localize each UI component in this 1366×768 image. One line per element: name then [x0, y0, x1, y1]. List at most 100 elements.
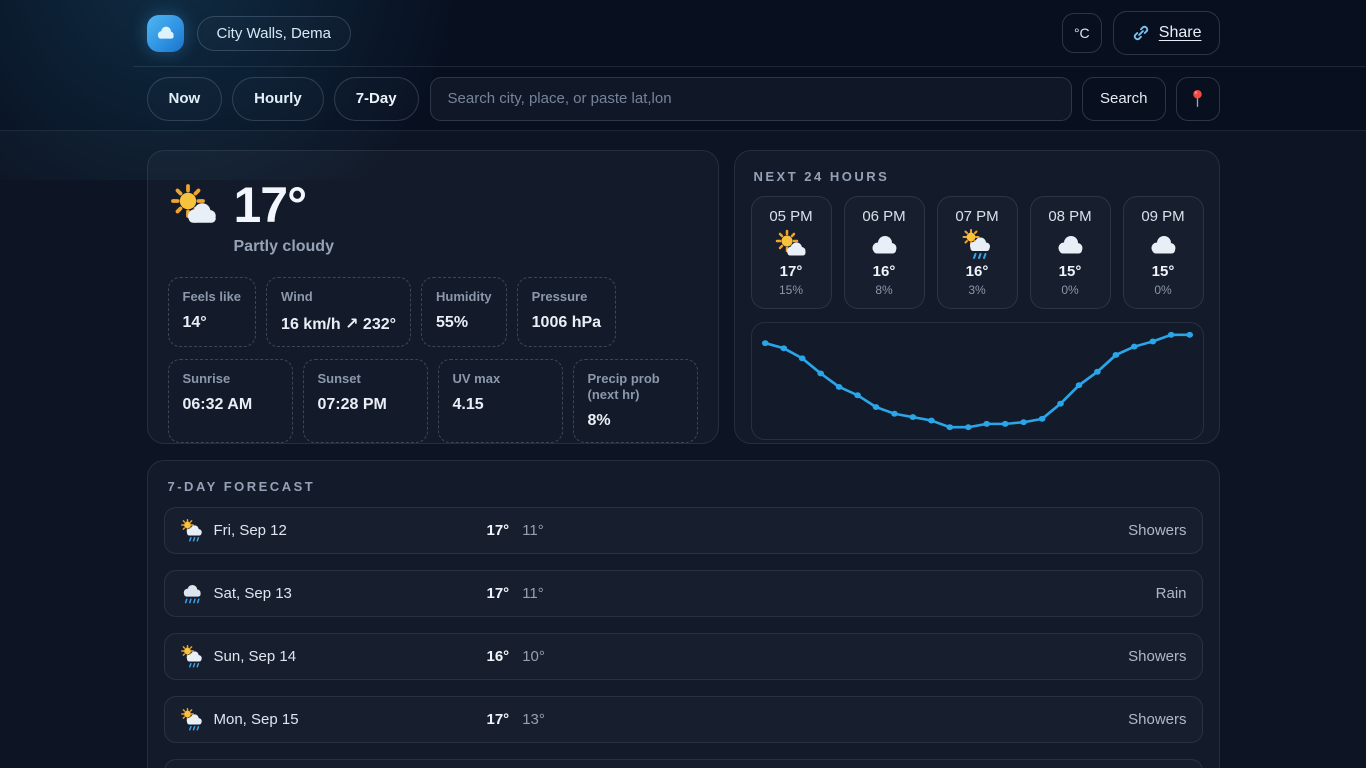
tab-now[interactable]: Now	[147, 77, 223, 121]
share-button[interactable]: Share	[1113, 11, 1220, 55]
hour-label: 07 PM	[955, 208, 998, 225]
stat-label: Sunset	[318, 371, 413, 387]
hour-label: 08 PM	[1048, 208, 1091, 225]
top-bar: City Walls, Dema °C Share	[0, 0, 1366, 67]
tab-7day-label: 7-Day	[356, 90, 397, 107]
stat-uv-max: UV max 4.15	[438, 359, 563, 444]
stats-row-1: Feels like 14° Wind 16 km/h ↗ 232° Humid…	[168, 277, 698, 347]
hour-precip: 15%	[779, 283, 803, 297]
hour-label: 05 PM	[769, 208, 812, 225]
hourly-strip[interactable]: 05 PM 17° 15% 06 PM 16° 8% 07 PM 16° 3%	[751, 196, 1204, 309]
hour-precip: 0%	[1154, 283, 1171, 297]
app-logo	[147, 15, 184, 52]
forecast-row-fri[interactable]: Fri, Sep 12 17° 11° Showers	[164, 507, 1203, 554]
stat-feels-like: Feels like 14°	[168, 277, 257, 347]
hourly-card-08pm: 08 PM 15° 0%	[1030, 196, 1111, 309]
forecast-low: 11°	[522, 522, 544, 539]
forecast-day: Mon, Sep 15	[214, 711, 487, 728]
stat-wind: Wind 16 km/h ↗ 232°	[266, 277, 411, 347]
location-label: City Walls, Dema	[217, 25, 331, 42]
forecast-high: 17°	[487, 711, 510, 728]
forecast-row-sun[interactable]: Sun, Sep 14 16° 10° Showers	[164, 633, 1203, 680]
top-actions: °C Share	[1062, 11, 1220, 55]
stat-value: 4.15	[453, 396, 548, 414]
current-temperature: 17°	[234, 179, 334, 232]
hour-temp: 15°	[1152, 263, 1175, 280]
forecast-low: 13°	[522, 711, 545, 728]
hour-label: 09 PM	[1141, 208, 1184, 225]
stat-value: 16 km/h ↗ 232°	[281, 314, 396, 334]
unit-toggle-button[interactable]: °C	[1062, 13, 1102, 53]
pin-location-button[interactable]	[1176, 77, 1220, 121]
nav-bar: Now Hourly 7-Day Search	[0, 67, 1366, 131]
current-conditions-card: 17° Partly cloudy Feels like 14° Wind 16…	[147, 150, 719, 444]
share-label: Share	[1159, 24, 1202, 42]
hour-temp: 16°	[966, 263, 989, 280]
pushpin-icon	[1187, 88, 1208, 109]
hour-temp: 15°	[1059, 263, 1082, 280]
forecast-high: 17°	[487, 522, 510, 539]
tab-now-label: Now	[169, 90, 201, 107]
forecast-row-sat[interactable]: Sat, Sep 13 17° 11° Rain	[164, 570, 1203, 617]
hourly-card-06pm: 06 PM 16° 8%	[844, 196, 925, 309]
main-content: 17° Partly cloudy Feels like 14° Wind 16…	[147, 131, 1220, 768]
cloud-icon	[153, 21, 177, 45]
forecast-row-partial[interactable]	[164, 759, 1203, 768]
stat-label: Precip prob (next hr)	[588, 371, 683, 404]
forecast-day: Fri, Sep 12	[214, 522, 487, 539]
tab-7day[interactable]: 7-Day	[334, 77, 419, 121]
forecast-day: Sat, Sep 13	[214, 585, 487, 602]
stat-label: UV max	[453, 371, 548, 387]
search-input[interactable]	[430, 77, 1072, 121]
forecast-low: 10°	[522, 648, 545, 665]
forecast-high: 17°	[487, 585, 510, 602]
stat-label: Feels like	[183, 289, 242, 305]
stat-value: 1006 hPa	[532, 314, 601, 332]
sun-shower-icon	[961, 229, 993, 261]
forecast-day: Sun, Sep 14	[214, 648, 487, 665]
stat-value: 14°	[183, 314, 242, 332]
sun-shower-icon	[180, 519, 204, 543]
forecast-condition: Showers	[1128, 522, 1186, 539]
stat-value: 07:28 PM	[318, 396, 413, 414]
sun-shower-icon	[180, 645, 204, 669]
forecast-condition: Showers	[1128, 648, 1186, 665]
cloudy-icon	[1054, 229, 1086, 261]
stat-sunset: Sunset 07:28 PM	[303, 359, 428, 444]
forecast-low: 11°	[522, 585, 544, 602]
stats-row-2: Sunrise 06:32 AM Sunset 07:28 PM UV max …	[168, 359, 698, 444]
hour-precip: 8%	[875, 283, 892, 297]
forecast-condition: Rain	[1156, 585, 1187, 602]
hourly-sparkline	[752, 323, 1203, 439]
hourly-card-05pm: 05 PM 17° 15%	[751, 196, 832, 309]
link-icon	[1131, 23, 1151, 43]
forecast-high: 16°	[487, 648, 510, 665]
seven-day-forecast-card: 7-DAY FORECAST Fri, Sep 12 17° 11° Showe…	[147, 460, 1220, 768]
stat-sunrise: Sunrise 06:32 AM	[168, 359, 293, 444]
partly-cloudy-icon	[170, 183, 218, 231]
tab-hourly-label: Hourly	[254, 90, 302, 107]
forecast-condition: Showers	[1128, 711, 1186, 728]
hour-precip: 0%	[1061, 283, 1078, 297]
hour-label: 06 PM	[862, 208, 905, 225]
hour-precip: 3%	[968, 283, 985, 297]
stat-humidity: Humidity 55%	[421, 277, 507, 347]
location-chip[interactable]: City Walls, Dema	[197, 16, 351, 51]
unit-label: °C	[1074, 25, 1090, 41]
stat-precip-prob: Precip prob (next hr) 8%	[573, 359, 698, 444]
stat-value: 55%	[436, 314, 492, 332]
cloudy-icon	[1147, 229, 1179, 261]
seven-day-forecast-title: 7-DAY FORECAST	[168, 479, 1203, 494]
tab-hourly[interactable]: Hourly	[232, 77, 324, 121]
temperature-sparkline-box	[751, 322, 1204, 440]
stat-label: Wind	[281, 289, 396, 305]
search-button-label: Search	[1100, 90, 1148, 107]
next-24-hours-card: NEXT 24 HOURS 05 PM 17° 15% 06 PM 16° 8%…	[734, 150, 1220, 444]
forecast-row-mon[interactable]: Mon, Sep 15 17° 13° Showers	[164, 696, 1203, 743]
hour-temp: 16°	[873, 263, 896, 280]
sun-shower-icon	[180, 708, 204, 732]
hourly-card-07pm: 07 PM 16° 3%	[937, 196, 1018, 309]
stat-pressure: Pressure 1006 hPa	[517, 277, 616, 347]
stat-label: Sunrise	[183, 371, 278, 387]
search-button[interactable]: Search	[1082, 77, 1166, 121]
